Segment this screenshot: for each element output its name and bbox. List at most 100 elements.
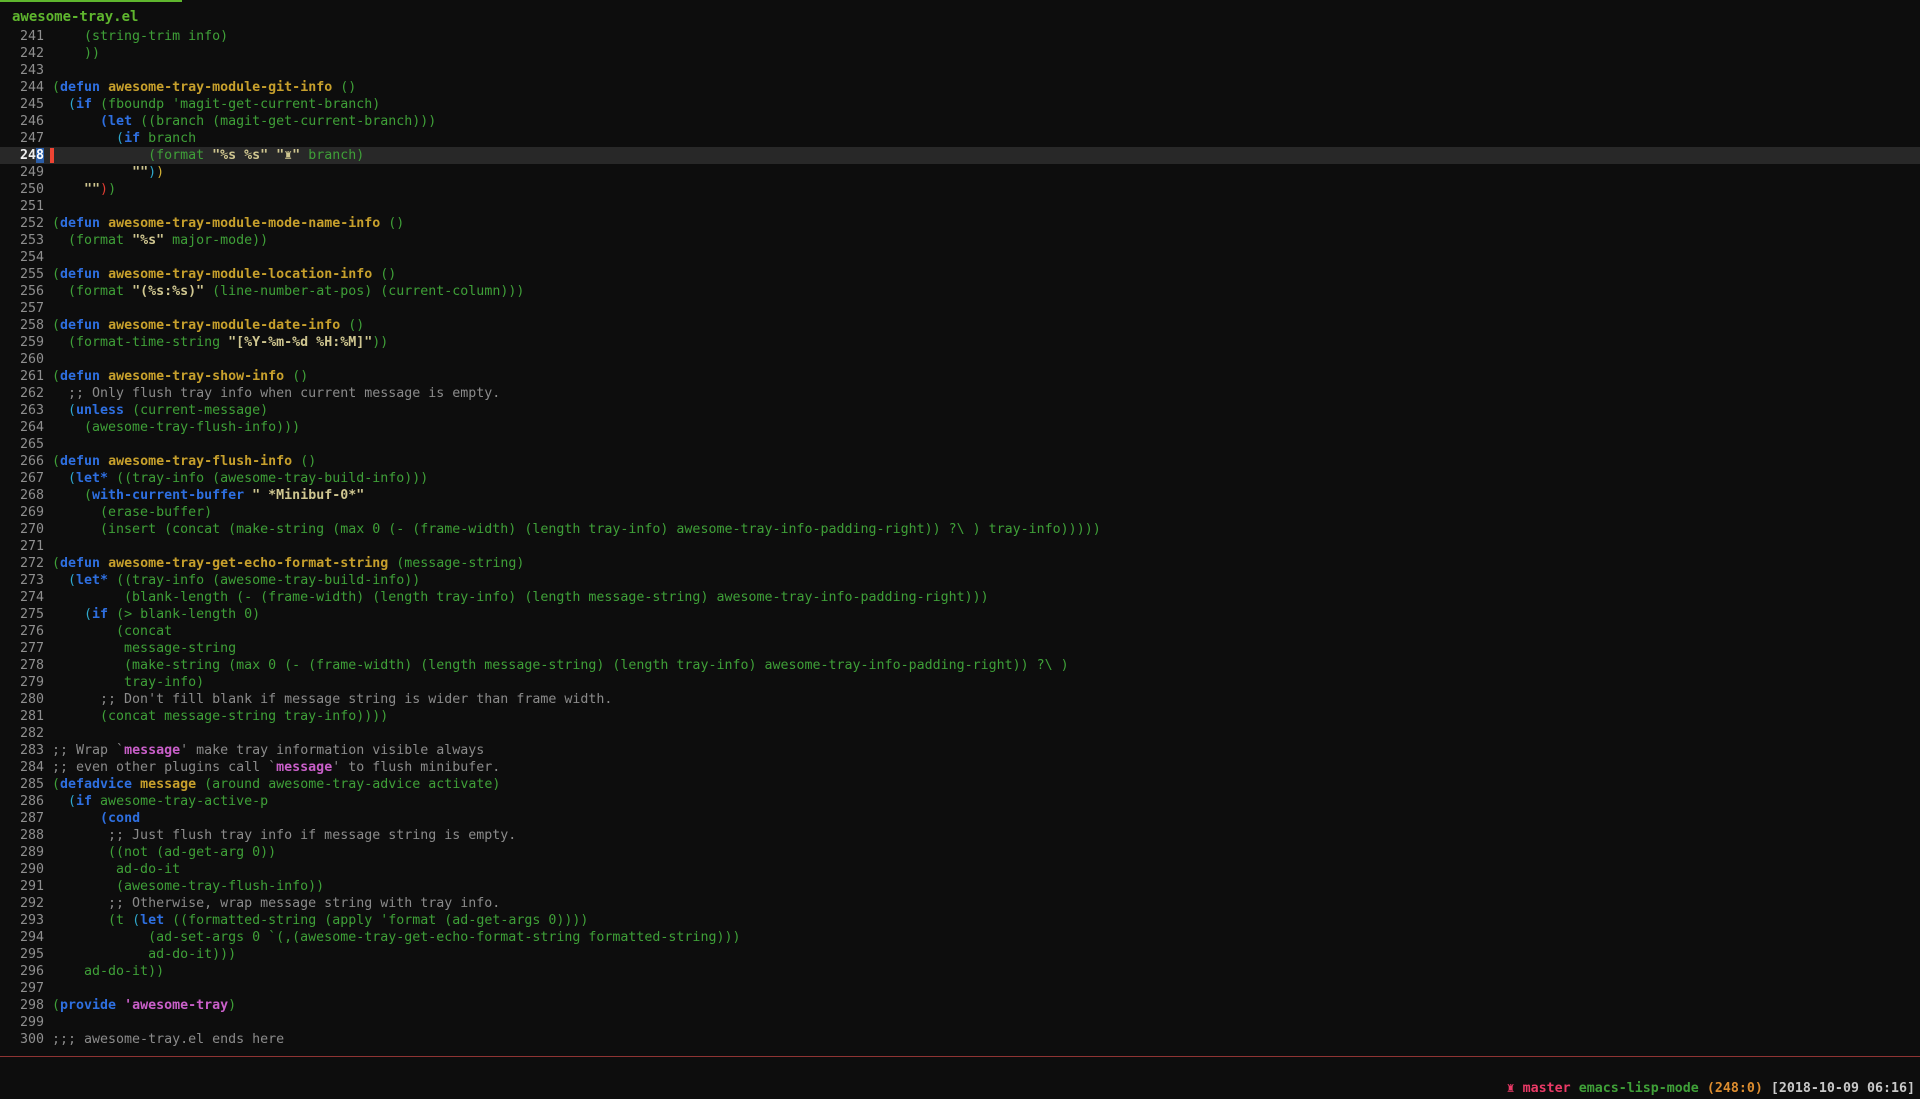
code-line[interactable]: 253 (format "%s" major-mode)) [0,232,1920,249]
code-line[interactable]: 245 (if (fboundp 'magit-get-current-bran… [0,96,1920,113]
code-line[interactable]: 268 (with-current-buffer " *Minibuf-0*" [0,487,1920,504]
line-number: 262 [0,385,44,402]
code-line[interactable]: 299 [0,1014,1920,1031]
code-text: (format-time-string "[%Y-%m-%d %H:%M]")) [52,335,388,350]
code-line[interactable]: 283;; Wrap `message' make tray informati… [0,742,1920,759]
code-text: (defun awesome-tray-module-mode-name-inf… [52,216,404,231]
code-text: tray-info) [52,675,204,690]
code-line[interactable]: 259 (format-time-string "[%Y-%m-%d %H:%M… [0,334,1920,351]
code-line[interactable]: 270 (insert (concat (make-string (max 0 … [0,521,1920,538]
code-line[interactable]: 284;; even other plugins call `message' … [0,759,1920,776]
code-line[interactable]: 249 "")) [0,164,1920,181]
code-line[interactable]: 262 ;; Only flush tray info when current… [0,385,1920,402]
code-line[interactable]: 264 (awesome-tray-flush-info))) [0,419,1920,436]
code-line[interactable]: 282 [0,725,1920,742]
code-line[interactable]: 276 (concat [0,623,1920,640]
code-text: (let ((branch (magit-get-current-branch)… [52,114,436,129]
code-line[interactable]: 267 (let* ((tray-info (awesome-tray-buil… [0,470,1920,487]
code-line[interactable]: 277 message-string [0,640,1920,657]
git-branch-icon: ♜ [1507,1081,1515,1096]
code-line[interactable]: 286 (if awesome-tray-active-p [0,793,1920,810]
code-line[interactable]: 298(provide 'awesome-tray) [0,997,1920,1014]
code-line[interactable]: 285(defadvice message (around awesome-tr… [0,776,1920,793]
line-number: 277 [0,640,44,657]
line-number: 290 [0,861,44,878]
code-line[interactable]: 272(defun awesome-tray-get-echo-format-s… [0,555,1920,572]
code-line[interactable]: 241 (string-trim info) [0,28,1920,45]
code-line[interactable]: 278 (make-string (max 0 (- (frame-width)… [0,657,1920,674]
line-number: 244 [0,79,44,96]
code-line[interactable]: 244(defun awesome-tray-module-git-info (… [0,79,1920,96]
code-line[interactable]: 250 "")) [0,181,1920,198]
code-text: (format "%s" major-mode)) [52,233,268,248]
code-line[interactable]: 296 ad-do-it)) [0,963,1920,980]
cursor-position: (248:0) [1707,1081,1763,1096]
code-line[interactable]: 248 (format "%s %s" "♜" branch) [0,147,1920,164]
code-line[interactable]: 255(defun awesome-tray-module-location-i… [0,266,1920,283]
line-number: 252 [0,215,44,232]
code-line[interactable]: 247 (if branch [0,130,1920,147]
code-text: )) [52,46,100,61]
code-line[interactable]: 243 [0,62,1920,79]
code-text: (awesome-tray-flush-info))) [52,420,300,435]
code-line[interactable]: 258(defun awesome-tray-module-date-info … [0,317,1920,334]
line-number: 261 [0,368,44,385]
code-line[interactable]: 242 )) [0,45,1920,62]
line-number: 288 [0,827,44,844]
code-line[interactable]: 295 ad-do-it))) [0,946,1920,963]
code-line[interactable]: 294 (ad-set-args 0 `(,(awesome-tray-get-… [0,929,1920,946]
line-number: 281 [0,708,44,725]
code-line[interactable]: 252 (defun awesome-tray-module-mode-name-… [0,215,1920,232]
code-text: (if awesome-tray-active-p [52,794,268,809]
line-number: 297 [0,980,44,997]
code-line[interactable]: 289 ((not (ad-get-arg 0)) [0,844,1920,861]
line-number: 292 [0,895,44,912]
code-line[interactable]: 265 [0,436,1920,453]
code-line[interactable]: 290 ad-do-it [0,861,1920,878]
code-line[interactable]: 256 (format "(%s:%s)" (line-number-at-po… [0,283,1920,300]
code-line[interactable]: 251 [0,198,1920,215]
code-line[interactable]: 254 [0,249,1920,266]
awesome-tray-status: ♜ master emacs-lisp-mode (248:0) [2018-1… [1507,1081,1915,1096]
line-number: 243 [0,62,44,79]
code-text: (provide 'awesome-tray) [52,998,236,1013]
code-line[interactable]: 266(defun awesome-tray-flush-info () [0,453,1920,470]
code-line[interactable]: 260 [0,351,1920,368]
code-line[interactable]: 288 ;; Just flush tray info if message s… [0,827,1920,844]
code-line[interactable]: 263 (unless (current-message) [0,402,1920,419]
line-number: 246 [0,113,44,130]
code-line[interactable]: 291 (awesome-tray-flush-info)) [0,878,1920,895]
code-line[interactable]: 273 (let* ((tray-info (awesome-tray-buil… [0,572,1920,589]
code-line[interactable]: 281 (concat message-string tray-info)))) [0,708,1920,725]
line-number: 264 [0,419,44,436]
code-text: (if branch [52,131,196,146]
git-branch: master [1523,1081,1571,1096]
line-number: 296 [0,963,44,980]
code-line[interactable]: 257 [0,300,1920,317]
code-line[interactable]: 293 (t (let ((formatted-string (apply 'f… [0,912,1920,929]
code-line[interactable]: 274 (blank-length (- (frame-width) (leng… [0,589,1920,606]
code-line[interactable]: 292 ;; Otherwise, wrap message string wi… [0,895,1920,912]
code-line[interactable]: 297 [0,980,1920,997]
code-line[interactable]: 271 [0,538,1920,555]
code-line[interactable]: 246 (let ((branch (magit-get-current-bra… [0,113,1920,130]
code-text: (string-trim info) [52,29,228,44]
code-area[interactable]: 241 (string-trim info)242 ))243244(defun… [0,28,1920,1048]
line-number: 247 [0,130,44,147]
line-number: 271 [0,538,44,555]
code-line[interactable]: 280 ;; Don't fill blank if message strin… [0,691,1920,708]
code-line[interactable]: 269 (erase-buffer) [0,504,1920,521]
code-line[interactable]: 275 (if (> blank-length 0) [0,606,1920,623]
line-number: 248 [0,147,44,164]
line-number: 257 [0,300,44,317]
code-line[interactable]: 279 tray-info) [0,674,1920,691]
code-line[interactable]: 287 (cond [0,810,1920,827]
line-number: 283 [0,742,44,759]
major-mode: emacs-lisp-mode [1579,1081,1699,1096]
code-text: ;; Only flush tray info when current mes… [52,386,500,401]
line-number: 242 [0,45,44,62]
code-text: (insert (concat (make-string (max 0 (- (… [52,522,1101,537]
code-line[interactable]: 300;;; awesome-tray.el ends here [0,1031,1920,1048]
line-number: 260 [0,351,44,368]
code-line[interactable]: 261(defun awesome-tray-show-info () [0,368,1920,385]
